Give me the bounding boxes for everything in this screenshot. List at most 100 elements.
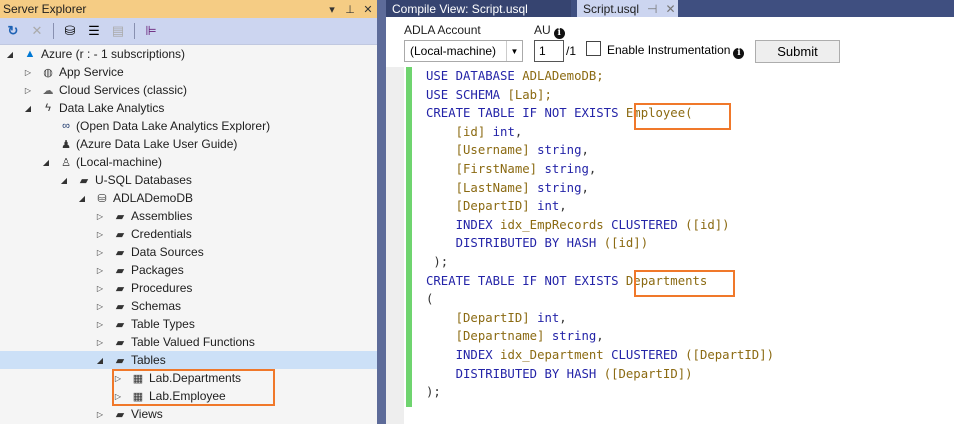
code-token: USE SCHEMA: [426, 87, 508, 102]
collapse-arrow-icon[interactable]: ◢: [5, 50, 15, 59]
tree-item-label: App Service: [59, 65, 124, 79]
collapse-arrow-icon[interactable]: ◢: [41, 158, 51, 167]
binoculars-icon: ∞: [62, 120, 70, 132]
tree-item[interactable]: ∞ (Open Data Lake Analytics Explorer): [0, 117, 377, 135]
server-tree: ◢ ▲ Azure (r : - 1 subscriptions) ▷ ◍ App Ser…: [0, 45, 377, 424]
expand-arrow-icon[interactable]: ▷: [23, 86, 33, 95]
submit-button[interactable]: Submit: [755, 40, 840, 63]
code-token: ([id]): [685, 217, 730, 232]
code-token: [Lab];: [507, 87, 552, 102]
tree-item-label: Table Types: [131, 317, 195, 331]
expand-arrow-icon[interactable]: ▷: [95, 230, 105, 239]
expand-arrow-icon[interactable]: ▷: [23, 68, 33, 77]
expand-arrow-icon[interactable]: ▷: [95, 320, 105, 329]
database-icon: ⛁: [97, 192, 107, 205]
tree-item-label: Packages: [131, 263, 184, 277]
expand-arrow-icon[interactable]: ▷: [95, 410, 105, 419]
expand-arrow-icon[interactable]: ▷: [95, 302, 105, 311]
folder-icon: ▰: [79, 174, 89, 187]
adla-account-select[interactable]: (Local-machine) ▼: [404, 40, 523, 62]
tree-item[interactable]: ▷ ▰ Table Valued Functions: [0, 333, 377, 351]
au-input[interactable]: 1: [534, 40, 564, 62]
pin-icon[interactable]: ⊣: [647, 2, 657, 16]
tree-item[interactable]: ▷ ▰ Views: [0, 405, 377, 423]
expand-arrow-icon[interactable]: ▷: [95, 248, 105, 257]
code-token: );: [426, 254, 449, 269]
highlight-box-tables: [112, 369, 275, 406]
collapse-arrow-icon[interactable]: ◢: [59, 176, 69, 185]
code-token: int: [537, 199, 560, 214]
code-editor[interactable]: USE DATABASE ADLADemoDB; USE SCHEMA [Lab]…: [386, 67, 954, 424]
tree-item[interactable]: ◢ ϟ Data Lake Analytics: [0, 99, 377, 117]
code-token: [Departname]: [426, 329, 552, 344]
code-token: ,: [581, 180, 589, 195]
collapse-arrow-icon[interactable]: ◢: [95, 356, 105, 365]
code-line: [DepartID] int,: [426, 309, 774, 328]
tree-item[interactable]: ▷ ▰ Credentials: [0, 225, 377, 243]
collapse-arrow-icon[interactable]: ◢: [23, 104, 33, 113]
change-marker: [406, 67, 412, 407]
code-line: [FirstName] string,: [426, 160, 774, 179]
tree-item[interactable]: ◢ ⛁ ADLADemoDB: [0, 189, 377, 207]
tree-item-label: Cloud Services (classic): [59, 83, 188, 97]
tree-item[interactable]: ▷ ▰ Packages: [0, 261, 377, 279]
chevron-down-icon[interactable]: ▼: [506, 41, 522, 61]
adla-account-label: ADLA Account: [404, 23, 481, 37]
expand-arrow-icon[interactable]: ▷: [95, 284, 105, 293]
expand-arrow-icon[interactable]: ▷: [95, 212, 105, 221]
tree-item[interactable]: ▷ ▰ Procedures: [0, 279, 377, 297]
tree-item[interactable]: ♟ (Azure Data Lake User Guide): [0, 135, 377, 153]
tree-item-label: Credentials: [131, 227, 192, 241]
tree-item[interactable]: ▷ ▰ Assemblies: [0, 207, 377, 225]
stop-icon[interactable]: ✕: [29, 23, 45, 39]
tree-item-label: Data Lake Analytics: [59, 101, 165, 115]
properties-icon[interactable]: ⊫: [143, 23, 159, 39]
tree-item[interactable]: ▷ ▰ Schemas: [0, 297, 377, 315]
tree-item[interactable]: ▷ ☁ Cloud Services (classic): [0, 81, 377, 99]
tree-item-label: ADLADemoDB: [113, 191, 194, 205]
tree-item-label: Views: [131, 407, 163, 421]
tree-item[interactable]: ▷ ▰ Table Types: [0, 315, 377, 333]
tree-item[interactable]: ◢ ▲ Azure (r : - 1 subscriptions): [0, 45, 377, 63]
code-line: DISTRIBUTED BY HASH ([DepartID]): [426, 365, 774, 384]
user-guide-icon: ♟: [61, 138, 71, 151]
server-explorer-titlebar: Server Explorer ▾ ⊥ ✕: [0, 0, 377, 18]
folder-icon: ▰: [115, 246, 125, 259]
code-token: ,: [559, 199, 567, 214]
connect-database-icon[interactable]: ⛁: [62, 23, 78, 39]
refresh-icon[interactable]: ↻: [5, 23, 21, 39]
tree-item[interactable]: ▷ ◍ App Service: [0, 63, 377, 81]
code-token: CREATE TABLE IF NOT EXISTS: [426, 273, 626, 288]
code-token: ,: [581, 143, 589, 158]
code-line: );: [426, 383, 774, 402]
expand-arrow-icon[interactable]: ▷: [95, 266, 105, 275]
au-label-text: AU: [534, 23, 551, 37]
dropdown-icon[interactable]: ▾: [323, 3, 341, 16]
tree-item[interactable]: ▷ ▰ Data Sources: [0, 243, 377, 261]
info-icon[interactable]: i: [553, 28, 565, 39]
editor-gutter: [386, 67, 404, 424]
tab-script[interactable]: Script.usql ⊣ ✕: [577, 0, 678, 17]
info-icon[interactable]: i: [733, 48, 745, 59]
instrumentation-checkbox[interactable]: [586, 41, 601, 56]
add-icon[interactable]: ▤: [110, 23, 126, 39]
close-icon[interactable]: ✕: [359, 3, 377, 16]
pin-icon[interactable]: ⊥: [341, 3, 359, 16]
tree-item[interactable]: ◢ ▰ Tables: [0, 351, 377, 369]
tab-compile-view[interactable]: Compile View: Script.usql: [386, 0, 571, 17]
code-token: (: [426, 292, 434, 307]
tree-item[interactable]: ◢ ▰ U-SQL Databases: [0, 171, 377, 189]
toolbar-separator: [53, 23, 54, 39]
expand-arrow-icon[interactable]: ▷: [95, 338, 105, 347]
code-token: [DepartID]: [426, 199, 538, 214]
code-token: string: [537, 143, 582, 158]
tree-item-label: Data Sources: [131, 245, 204, 259]
tree-item[interactable]: ◢ ♙ (Local-machine): [0, 153, 377, 171]
tree-item-label: Azure (r : - 1 subscriptions): [41, 47, 186, 61]
code-token: string: [537, 180, 582, 195]
highlight-box-departments: [634, 270, 735, 297]
connect-server-icon[interactable]: ☰: [86, 23, 102, 39]
collapse-arrow-icon[interactable]: ◢: [77, 194, 87, 203]
close-icon[interactable]: ✕: [665, 2, 675, 16]
server-explorer-toolbar: ↻ ✕ ⛁ ☰ ▤ ⊫: [0, 18, 377, 45]
